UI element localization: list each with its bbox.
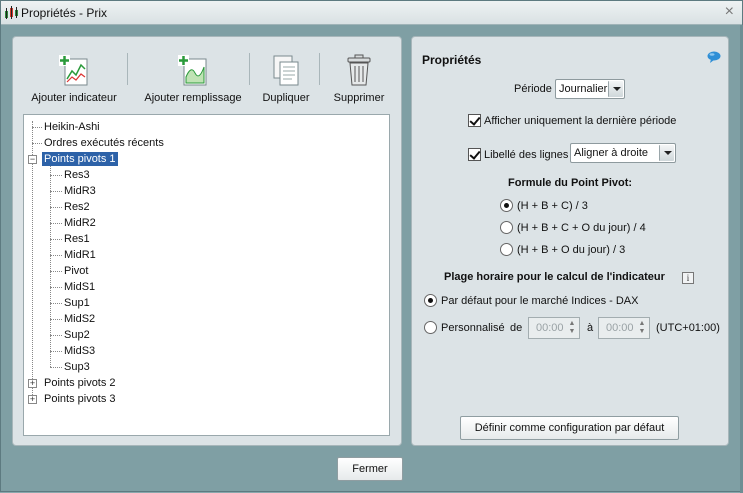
tree-child-mids3[interactable]: MidS3 <box>64 344 95 358</box>
line-labels-checkbox[interactable] <box>468 148 481 161</box>
tree-item-pivot-points-2[interactable]: Points pivots 2 <box>44 376 116 390</box>
toolbar-separator <box>249 53 250 85</box>
duplicate-button[interactable]: Dupliquer <box>257 53 315 104</box>
tree-item-pivot-points-3[interactable]: Points pivots 3 <box>44 392 116 406</box>
tree-item-recent-orders[interactable]: Ordres exécutés récents <box>44 136 164 150</box>
close-icon[interactable]: × <box>725 3 734 21</box>
tree-child-midr1[interactable]: MidR1 <box>64 248 96 262</box>
formula-option-1: (H + B + C) / 3 <box>517 200 588 212</box>
tree-child-mids1[interactable]: MidS1 <box>64 280 95 294</box>
custom-range-label: Personnalisé <box>441 322 505 334</box>
tree-connector <box>50 223 62 224</box>
period-value: Journalier <box>559 83 608 95</box>
delete-label: Supprimer <box>333 92 385 104</box>
candlestick-app-icon <box>5 6 18 19</box>
chevron-down-icon <box>608 81 623 97</box>
tree-connector <box>50 319 62 320</box>
properties-panel: Propriétés Période Journalier Afficher u… <box>411 36 729 446</box>
tree-child-sup1[interactable]: Sup1 <box>64 296 90 310</box>
tree-child-pivot[interactable]: Pivot <box>64 264 88 278</box>
formula-radio-1[interactable] <box>500 199 513 212</box>
tree-item-pivot-points-1[interactable]: Points pivots 1 <box>42 152 118 166</box>
collapse-icon[interactable]: − <box>28 155 37 164</box>
info-icon[interactable]: i <box>682 272 694 284</box>
tree-child-res2[interactable]: Res2 <box>64 200 90 214</box>
add-indicator-icon <box>59 55 88 86</box>
tree-child-sup3[interactable]: Sup3 <box>64 360 90 374</box>
duplicate-label: Dupliquer <box>262 92 310 104</box>
line-labels-label: Libellé des lignes <box>484 149 569 161</box>
indicator-list-panel: Ajouter indicateur Ajouter remplissage D… <box>12 36 402 446</box>
default-market-label: Par défaut pour le marché Indices - DAX <box>441 295 639 307</box>
add-fill-button[interactable]: Ajouter remplissage <box>137 53 249 104</box>
tree-connector <box>50 351 62 352</box>
indicator-tree[interactable]: Heikin-Ashi Ordres exécutés récents − Po… <box>23 114 390 436</box>
window-title: Propriétés - Prix <box>21 6 108 20</box>
set-default-button[interactable]: Définir comme configuration par défaut <box>460 416 679 440</box>
tree-connector <box>32 143 42 144</box>
tree-connector <box>50 287 62 288</box>
delete-button[interactable]: Supprimer <box>329 53 389 104</box>
to-time-value: 00:00 <box>606 322 634 334</box>
tree-connector <box>50 271 62 272</box>
formula-option-2: (H + B + C + O du jour) / 4 <box>517 222 646 234</box>
indicator-toolbar: Ajouter indicateur Ajouter remplissage D… <box>13 37 403 113</box>
toolbar-separator <box>127 53 128 85</box>
period-label: Période <box>514 83 552 95</box>
add-fill-icon <box>178 55 207 86</box>
formula-title: Formule du Point Pivot: <box>508 177 633 189</box>
spinner-icon: ▲ ▼ <box>568 320 576 335</box>
default-market-radio[interactable] <box>424 294 437 307</box>
tree-child-res1[interactable]: Res1 <box>64 232 90 246</box>
properties-title: Propriétés <box>422 53 482 67</box>
tree-item-heikin-ashi[interactable]: Heikin-Ashi <box>44 120 100 134</box>
add-indicator-button[interactable]: Ajouter indicateur <box>21 53 127 104</box>
tree-child-res3[interactable]: Res3 <box>64 168 90 182</box>
chevron-down-icon <box>659 145 674 161</box>
to-time-field[interactable]: 00:00 ▲ ▼ <box>598 317 650 339</box>
title-bar[interactable]: Propriétés - Prix × <box>1 1 742 25</box>
period-select[interactable]: Journalier <box>555 79 625 99</box>
close-button[interactable]: Fermer <box>337 457 403 481</box>
to-label: à <box>587 322 594 334</box>
expand-icon[interactable]: + <box>28 379 37 388</box>
line-labels-value: Aligner à droite <box>574 147 648 159</box>
tree-connector <box>50 239 62 240</box>
expand-icon[interactable]: + <box>28 395 37 404</box>
duplicate-icon <box>273 55 299 86</box>
tree-child-sup2[interactable]: Sup2 <box>64 328 90 342</box>
range-title: Plage horaire pour le calcul de l'indica… <box>444 271 665 283</box>
line-labels-select[interactable]: Aligner à droite <box>570 143 676 163</box>
timezone-label: (UTC+01:00) <box>656 322 720 334</box>
custom-range-radio[interactable] <box>424 321 437 334</box>
trash-icon <box>347 54 371 86</box>
tree-child-midr3[interactable]: MidR3 <box>64 184 96 198</box>
tree-child-midr2[interactable]: MidR2 <box>64 216 96 230</box>
formula-radio-2[interactable] <box>500 221 513 234</box>
add-fill-label: Ajouter remplissage <box>144 92 242 104</box>
from-label: de <box>510 322 523 334</box>
formula-option-3: (H + B + O du jour) / 3 <box>517 244 626 256</box>
tree-connector <box>50 175 62 176</box>
tree-connector <box>50 335 62 336</box>
tree-connector <box>50 367 62 368</box>
formula-radio-3[interactable] <box>500 243 513 256</box>
add-indicator-label: Ajouter indicateur <box>31 92 117 104</box>
show-last-period-label: Afficher uniquement la dernière période <box>484 115 677 127</box>
tree-child-mids2[interactable]: MidS2 <box>64 312 95 326</box>
tree-connector <box>50 303 62 304</box>
tree-connector <box>50 207 62 208</box>
tree-connector <box>50 165 51 367</box>
properties-dialog: Propriétés - Prix × Ajouter indicateur A… <box>0 0 743 493</box>
tree-connector <box>50 191 62 192</box>
tree-connector <box>32 127 42 128</box>
tree-connector <box>50 255 62 256</box>
toolbar-separator <box>319 53 320 85</box>
spinner-icon: ▲ ▼ <box>638 320 646 335</box>
from-time-value: 00:00 <box>536 322 564 334</box>
show-last-period-checkbox[interactable] <box>468 114 481 127</box>
from-time-field[interactable]: 00:00 ▲ ▼ <box>528 317 580 339</box>
help-bubble-icon[interactable] <box>707 51 721 63</box>
